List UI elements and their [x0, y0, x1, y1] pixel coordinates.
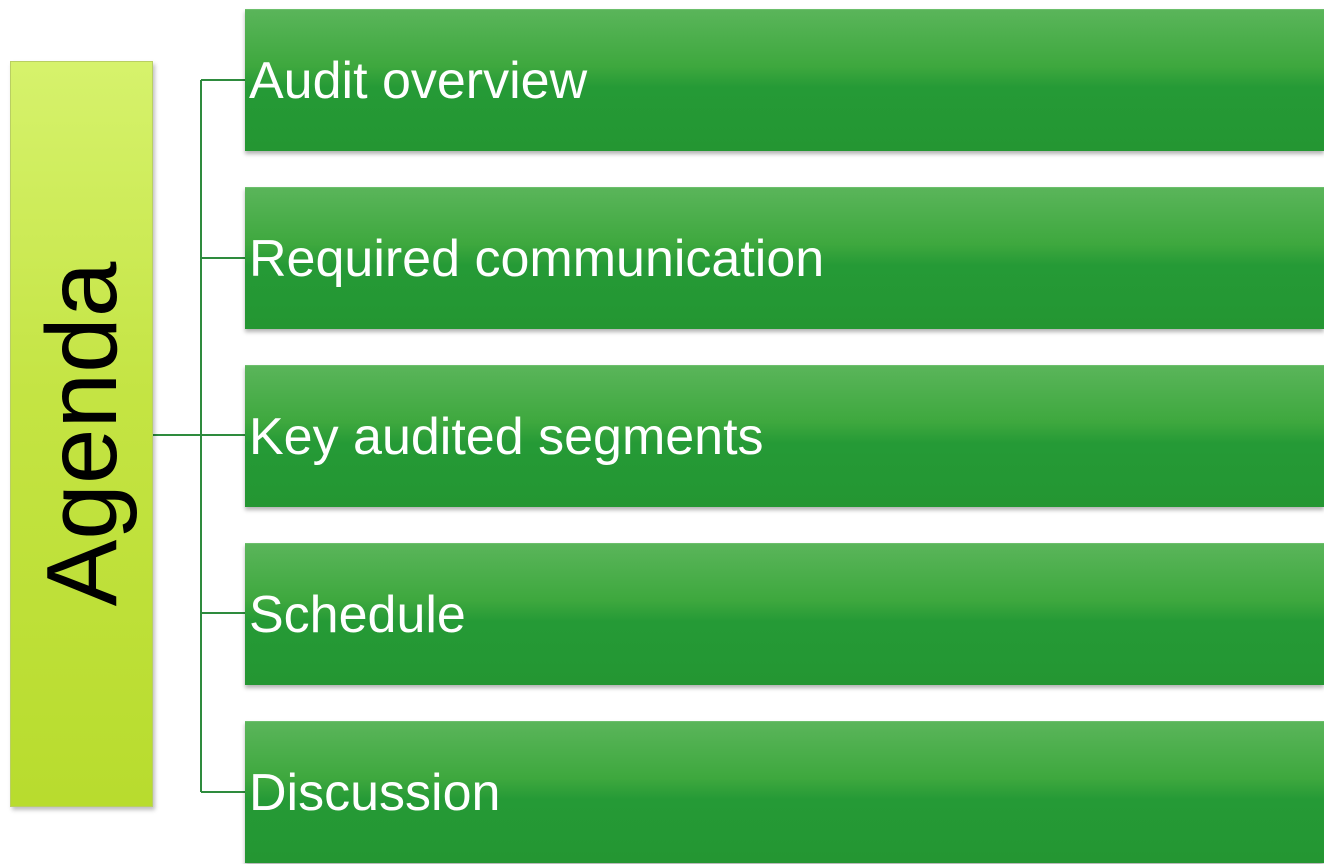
agenda-item-label: Required communication — [249, 230, 825, 288]
agenda-item-label: Discussion — [249, 764, 501, 822]
agenda-item-required-communication: Required communication — [245, 187, 1324, 329]
agenda-title: Agenda — [25, 261, 138, 607]
agenda-item-audit-overview: Audit overview — [245, 9, 1324, 151]
agenda-item-label: Schedule — [249, 586, 466, 644]
agenda-item-label: Audit overview — [249, 52, 588, 110]
agenda-root-box: Agenda — [10, 61, 153, 807]
agenda-item-label: Key audited segments — [249, 408, 764, 466]
agenda-item-key-audited-segments: Key audited segments — [245, 365, 1324, 507]
agenda-item-discussion: Discussion — [245, 721, 1324, 863]
agenda-item-schedule: Schedule — [245, 543, 1324, 685]
